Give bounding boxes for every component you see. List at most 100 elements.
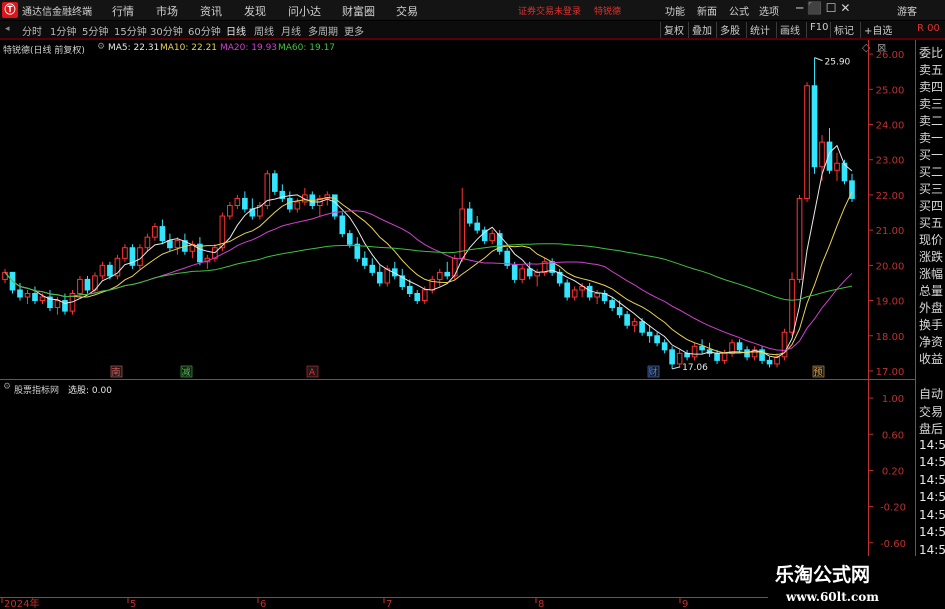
candle-up — [77, 278, 83, 294]
candle-down — [159, 226, 166, 242]
candle-down — [586, 285, 593, 298]
candle-down — [639, 321, 645, 333]
candle-down — [84, 278, 91, 291]
watermark-title: 乐淘公式网 — [775, 564, 871, 586]
candle-up — [122, 247, 128, 259]
x-tick-label: 9 — [682, 599, 688, 609]
sidebar-label: 总量 — [919, 284, 944, 298]
sidebar-label: 14:50 — [919, 455, 945, 469]
x-tick-label: 8 — [538, 599, 544, 609]
x-tick-label: 6 — [260, 599, 266, 609]
candle-up — [819, 141, 825, 168]
candle-down — [361, 257, 368, 266]
candle-down — [714, 352, 720, 361]
sidebar-label: 卖五 — [919, 63, 944, 77]
y-tick-label: 23.00 — [876, 156, 905, 167]
candle-down — [616, 307, 623, 316]
candle-down — [699, 345, 705, 351]
sidebar-label: 买三 — [919, 182, 944, 196]
candle-down — [242, 197, 248, 210]
candle-down — [346, 233, 353, 245]
sidebar-label: 卖一 — [919, 131, 944, 145]
candle-down — [197, 243, 203, 263]
candle-up — [631, 321, 638, 326]
candle-up — [594, 293, 600, 298]
event-marker-label[interactable]: 财 — [648, 366, 657, 378]
watermark-url: www.60lt.com — [786, 590, 879, 604]
candle-down — [444, 271, 451, 277]
sidebar-label: 委比 — [919, 46, 944, 60]
candle-down — [744, 349, 750, 358]
sidebar-label: 收益 — [919, 352, 944, 366]
sidebar-label: 买五 — [919, 216, 944, 230]
candle-up — [152, 226, 158, 238]
candle-down — [526, 268, 533, 277]
ma10-line — [4, 191, 853, 356]
sub-y-tick-label: 0.20 — [882, 466, 904, 477]
sidebar-label: 外盘 — [919, 301, 944, 315]
sidebar-label: 卖四 — [919, 80, 944, 94]
candle-down — [624, 314, 630, 326]
y-tick-label: 25.00 — [876, 85, 905, 96]
candle-up — [421, 289, 428, 302]
candle-up — [384, 268, 391, 284]
sidebar-label: 14:50 — [919, 490, 945, 504]
event-marker-label[interactable]: 减 — [181, 366, 190, 378]
candle-up — [137, 247, 143, 266]
candle-down — [17, 289, 23, 298]
y-tick-label: 22.00 — [876, 191, 905, 202]
candle-up — [451, 257, 458, 277]
candle-up — [436, 271, 443, 280]
candle-up — [294, 201, 301, 210]
candle-up — [227, 204, 233, 217]
sidebar-label: 净资 — [919, 335, 944, 349]
sidebar-label: 买一 — [919, 148, 944, 162]
sidebar-label: 14:50 — [919, 437, 945, 452]
event-marker-label[interactable]: 预 — [813, 367, 822, 378]
sidebar-label: 14:50 — [919, 507, 945, 522]
candle-up — [489, 233, 496, 242]
y-tick-label: 26.00 — [876, 50, 905, 61]
event-marker-label[interactable]: A — [309, 368, 316, 378]
candle-down — [654, 335, 660, 344]
candlestick-chart[interactable]: 17.00 18.00 19.00 20.00 21.00 22.00 23.00 24.00… — [0, 0, 945, 609]
candle-down — [609, 300, 615, 309]
candle-up — [2, 271, 8, 280]
candle-down — [414, 293, 421, 302]
y-tick-label: 17.00 — [876, 367, 905, 378]
sub-y-tick-label: 0.60 — [882, 430, 904, 441]
sidebar-label: 盘后 — [919, 422, 944, 436]
candle-down — [766, 359, 773, 365]
high-price-label: 25.90 — [825, 58, 851, 68]
y-tick-label: 24.00 — [876, 121, 905, 132]
sidebar-label: 14:50 — [919, 542, 945, 557]
event-marker-label[interactable]: 南 — [111, 366, 120, 378]
high-pointer — [814, 57, 823, 62]
candle-up — [234, 197, 241, 206]
y-tick-label: 19.00 — [876, 297, 905, 308]
candle-down — [511, 264, 518, 280]
candle-up — [691, 345, 698, 358]
sidebar-label: 买四 — [919, 199, 944, 213]
candle-down — [287, 197, 293, 210]
candle-down — [661, 342, 668, 351]
candle-down — [354, 243, 361, 259]
y-tick-label: 20.00 — [876, 261, 905, 272]
candle-down — [736, 342, 743, 351]
candle-up — [519, 268, 526, 280]
candle-up — [571, 289, 578, 298]
x-tick-label: 7 — [386, 599, 392, 609]
sidebar-label: 卖三 — [919, 97, 944, 111]
sidebar-label: 现价 — [919, 233, 944, 247]
candle-up — [834, 162, 840, 171]
candle-up — [721, 352, 728, 361]
candle-up — [174, 240, 181, 249]
candle-down — [406, 285, 413, 295]
candle-down — [669, 349, 675, 365]
x-tick-label: 2024年 — [4, 597, 39, 609]
low-price-label: 17.06 — [682, 363, 708, 373]
candle-up — [99, 264, 106, 277]
candle-down — [466, 208, 473, 224]
x-tick-label: 5 — [130, 599, 136, 609]
candle-down — [107, 264, 113, 277]
